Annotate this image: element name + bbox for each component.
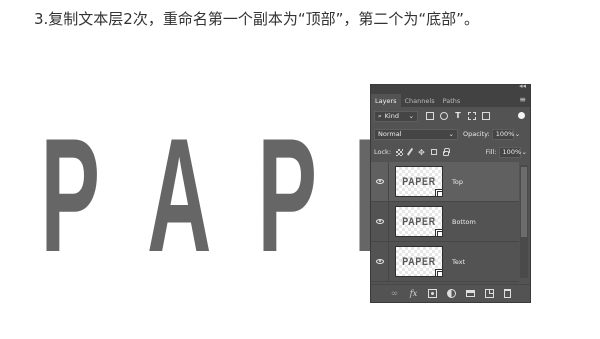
filter-row: ⌕ Kind ⌄ T bbox=[371, 107, 530, 125]
delete-layer-icon[interactable] bbox=[504, 289, 511, 298]
link-layers-icon[interactable] bbox=[390, 289, 399, 298]
panel-bottom-toolbar: fx bbox=[371, 284, 530, 302]
visibility-toggle[interactable] bbox=[371, 162, 389, 201]
filter-icons: T bbox=[426, 112, 490, 120]
pixel-filter-icon[interactable] bbox=[426, 112, 434, 120]
thumbnail-text: PAPER bbox=[402, 255, 436, 268]
lock-label: Lock: bbox=[374, 148, 392, 156]
fx-icon[interactable]: fx bbox=[409, 289, 418, 298]
blend-mode-select[interactable]: Normal ⌄ bbox=[374, 128, 458, 140]
blend-mode-value: Normal bbox=[378, 130, 402, 138]
instruction-text: 3.复制文本层2次，重命名第一个副本为“顶部”，第二个为“底部”。 bbox=[34, 10, 479, 28]
eye-icon bbox=[375, 259, 384, 264]
add-mask-icon[interactable] bbox=[428, 289, 437, 298]
lock-position-icon[interactable]: ✥ bbox=[418, 148, 425, 156]
layer-list-scrollbar[interactable] bbox=[520, 165, 528, 278]
lock-transparent-icon[interactable] bbox=[396, 148, 404, 156]
opacity-value: 100% bbox=[495, 130, 515, 138]
layer-list: PAPER Top PAPER Bottom PAPER Text bbox=[371, 162, 519, 282]
fill-value: 100% bbox=[502, 148, 522, 156]
shape-filter-icon[interactable] bbox=[468, 112, 476, 120]
thumbnail-text: PAPER bbox=[402, 215, 436, 228]
chevron-down-icon: ⌄ bbox=[448, 130, 454, 138]
layer-row-bottom[interactable]: PAPER Bottom bbox=[371, 202, 519, 242]
chevron-down-icon: ⌄ bbox=[408, 112, 414, 120]
search-icon: ⌕ bbox=[378, 111, 382, 120]
panel-tabs: Layers Channels Paths ≡ bbox=[371, 92, 530, 107]
canvas-letter-a: A bbox=[147, 105, 212, 286]
new-layer-icon[interactable] bbox=[485, 289, 494, 298]
layer-thumbnail: PAPER bbox=[395, 206, 443, 237]
lock-icons: ✥ bbox=[396, 147, 451, 157]
layer-name[interactable]: Text bbox=[452, 258, 465, 266]
lock-row: Lock: ✥ Fill: 100% ⌄ bbox=[371, 143, 530, 161]
eye-icon bbox=[375, 219, 384, 224]
blend-row: Normal ⌄ Opacity: 100% ⌄ bbox=[371, 125, 530, 143]
adjustment-layer-icon[interactable] bbox=[447, 289, 456, 298]
filter-toggle-icon[interactable] bbox=[518, 112, 525, 119]
kind-filter-select[interactable]: ⌕ Kind ⌄ bbox=[374, 110, 418, 122]
canvas-letter-p2: P bbox=[257, 105, 317, 286]
layer-thumbnail: PAPER bbox=[395, 166, 443, 197]
canvas-letter-p1: P bbox=[40, 105, 100, 286]
fill-label: Fill: bbox=[485, 148, 497, 156]
thumbnail-text: PAPER bbox=[402, 175, 436, 188]
opacity-label: Opacity: bbox=[463, 130, 490, 138]
smart-object-filter-icon[interactable] bbox=[482, 112, 490, 120]
layer-row-top[interactable]: PAPER Top bbox=[371, 162, 519, 202]
lock-image-icon[interactable] bbox=[406, 147, 415, 157]
adjustment-filter-icon[interactable] bbox=[440, 112, 448, 120]
type-filter-icon[interactable]: T bbox=[454, 112, 462, 120]
chevron-down-icon[interactable]: ⌄ bbox=[522, 148, 527, 156]
visibility-toggle[interactable] bbox=[371, 242, 389, 281]
collapse-icon[interactable]: ◂◂ bbox=[519, 82, 526, 90]
lock-artboard-icon[interactable] bbox=[431, 149, 438, 155]
opacity-field[interactable]: 100% bbox=[491, 128, 515, 140]
layers-panel: ◂◂ Layers Channels Paths ≡ ⌕ Kind ⌄ T No… bbox=[370, 82, 531, 303]
tab-layers[interactable]: Layers bbox=[371, 94, 401, 107]
chevron-down-icon[interactable]: ⌄ bbox=[515, 130, 520, 138]
layer-name[interactable]: Bottom bbox=[452, 218, 476, 226]
tab-channels[interactable]: Channels bbox=[401, 94, 439, 107]
tab-paths[interactable]: Paths bbox=[439, 94, 465, 107]
lock-all-icon[interactable] bbox=[443, 147, 451, 156]
layer-row-text[interactable]: PAPER Text bbox=[371, 242, 519, 282]
panel-title-strip: ◂◂ bbox=[371, 82, 530, 92]
fill-field[interactable]: 100% bbox=[498, 146, 522, 158]
panel-menu-icon[interactable]: ≡ bbox=[519, 95, 526, 104]
smart-object-icon bbox=[435, 269, 443, 277]
kind-filter-label: Kind bbox=[384, 112, 399, 120]
smart-object-icon bbox=[435, 229, 443, 237]
visibility-toggle[interactable] bbox=[371, 202, 389, 241]
new-group-icon[interactable] bbox=[466, 290, 475, 297]
layer-thumbnail: PAPER bbox=[395, 246, 443, 277]
scrollbar-thumb[interactable] bbox=[521, 167, 527, 237]
smart-object-icon bbox=[435, 189, 443, 197]
eye-icon bbox=[375, 179, 384, 184]
layer-name[interactable]: Top bbox=[452, 178, 463, 186]
